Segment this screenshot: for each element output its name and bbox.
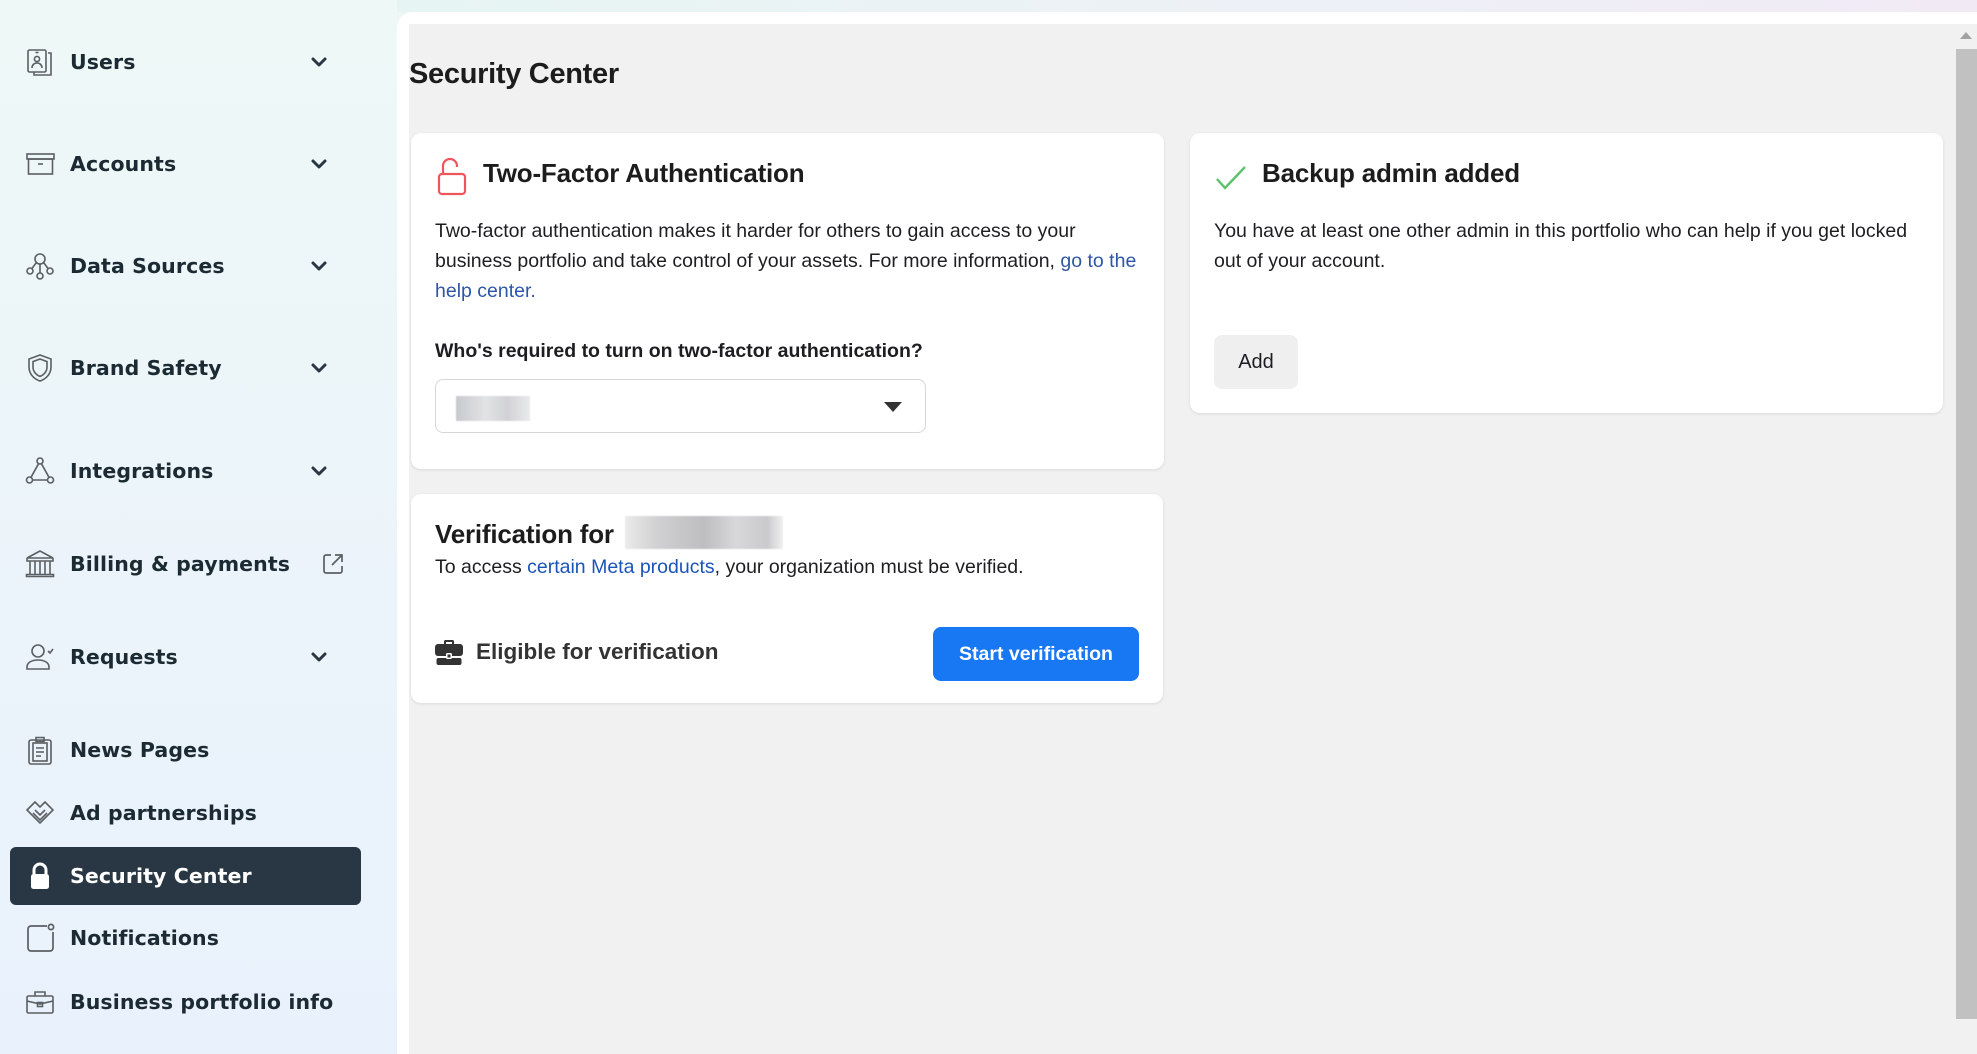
sidebar-item-requests[interactable]: Requests xyxy=(10,628,361,686)
two-factor-requirement-select[interactable] xyxy=(435,379,926,433)
sidebar-item-label: Notifications xyxy=(70,926,220,950)
checkmark-icon xyxy=(1214,163,1248,193)
shield-icon xyxy=(24,352,56,384)
two-factor-description: Two-factor authentication makes it harde… xyxy=(435,216,1145,306)
backup-admin-card: Backup admin added You have at least one… xyxy=(1190,133,1943,413)
sidebar-item-integrations[interactable]: Integrations xyxy=(10,442,361,500)
chevron-down-icon[interactable] xyxy=(307,254,331,278)
verification-description: To access certain Meta products, your or… xyxy=(435,552,1145,582)
verification-title: Verification for xyxy=(435,519,614,549)
notification-icon xyxy=(24,922,56,954)
sidebar-item-accounts[interactable]: Accounts xyxy=(10,135,361,193)
sidebar: Users Accounts Data Sources Brand Safety xyxy=(0,0,397,1054)
add-backup-admin-button[interactable]: Add xyxy=(1214,335,1298,389)
chevron-down-icon[interactable] xyxy=(307,50,331,74)
briefcase-filled-icon xyxy=(434,638,464,666)
description-text: Two-factor authentication makes it harde… xyxy=(435,220,1076,272)
scrollbar-thumb[interactable] xyxy=(1956,49,1977,1019)
sidebar-item-notifications[interactable]: Notifications xyxy=(10,909,361,967)
sidebar-item-label: Accounts xyxy=(70,152,177,176)
two-factor-question-label: Who's required to turn on two-factor aut… xyxy=(435,340,923,362)
sidebar-item-label: Requests xyxy=(70,645,178,669)
chevron-down-icon[interactable] xyxy=(307,459,331,483)
chevron-down-icon[interactable] xyxy=(307,356,331,380)
description-text: , your organization must be verified. xyxy=(714,556,1024,578)
chevron-down-icon[interactable] xyxy=(307,152,331,176)
two-factor-card: Two-Factor Authentication Two-factor aut… xyxy=(411,133,1164,469)
sidebar-item-label: Billing & payments xyxy=(70,552,291,576)
description-text: To access xyxy=(435,556,528,578)
start-verification-button[interactable]: Start verification xyxy=(933,627,1139,681)
bank-icon xyxy=(24,548,56,580)
scroll-up-arrow-icon[interactable] xyxy=(1960,32,1972,39)
handshake-icon xyxy=(24,797,56,829)
backup-admin-description: You have at least one other admin in thi… xyxy=(1214,220,1908,272)
briefcase-icon xyxy=(24,986,56,1018)
sidebar-item-brand-safety[interactable]: Brand Safety xyxy=(10,339,361,397)
sidebar-item-data-sources[interactable]: Data Sources xyxy=(10,237,361,295)
top-strip xyxy=(397,0,1977,12)
sidebar-item-business-portfolio-info[interactable]: Business portfolio info xyxy=(10,973,361,1031)
page-title: Security Center xyxy=(409,58,619,90)
archive-box-icon xyxy=(24,148,56,180)
chevron-down-icon[interactable] xyxy=(307,645,331,669)
sidebar-item-news-pages[interactable]: News Pages xyxy=(10,721,361,779)
sidebar-item-users[interactable]: Users xyxy=(10,33,361,91)
sidebar-item-label: Users xyxy=(70,50,136,74)
sidebar-item-ad-partnerships[interactable]: Ad partnerships xyxy=(10,784,361,842)
card-title: Backup admin added xyxy=(1262,158,1520,188)
sidebar-item-label: Business portfolio info xyxy=(70,990,334,1014)
person-check-icon xyxy=(24,641,56,673)
id-badge-icon xyxy=(24,46,56,78)
clipboard-icon xyxy=(24,734,56,766)
sidebar-item-label: News Pages xyxy=(70,738,210,762)
redacted-org-name xyxy=(625,516,783,549)
external-link-icon[interactable] xyxy=(321,552,345,576)
redacted-select-value xyxy=(456,396,530,421)
meta-products-link[interactable]: certain Meta products xyxy=(527,556,715,578)
sidebar-item-billing-payments[interactable]: Billing & payments xyxy=(10,535,361,593)
integrations-icon xyxy=(24,455,56,487)
verification-card: Verification for To access certain Meta … xyxy=(411,494,1163,703)
sidebar-item-label: Security Center xyxy=(70,864,252,888)
sidebar-item-security-center[interactable]: Security Center xyxy=(10,847,361,905)
card-title: Two-Factor Authentication xyxy=(483,158,805,188)
caret-down-icon xyxy=(884,402,902,412)
sidebar-item-label: Integrations xyxy=(70,459,214,483)
verification-status: Eligible for verification xyxy=(476,639,719,664)
sidebar-item-label: Data Sources xyxy=(70,254,225,278)
sidebar-item-label: Brand Safety xyxy=(70,356,222,380)
sidebar-item-label: Ad partnerships xyxy=(70,801,257,825)
unlock-icon xyxy=(435,157,469,196)
lock-icon xyxy=(24,860,56,892)
data-sources-icon xyxy=(24,250,56,282)
